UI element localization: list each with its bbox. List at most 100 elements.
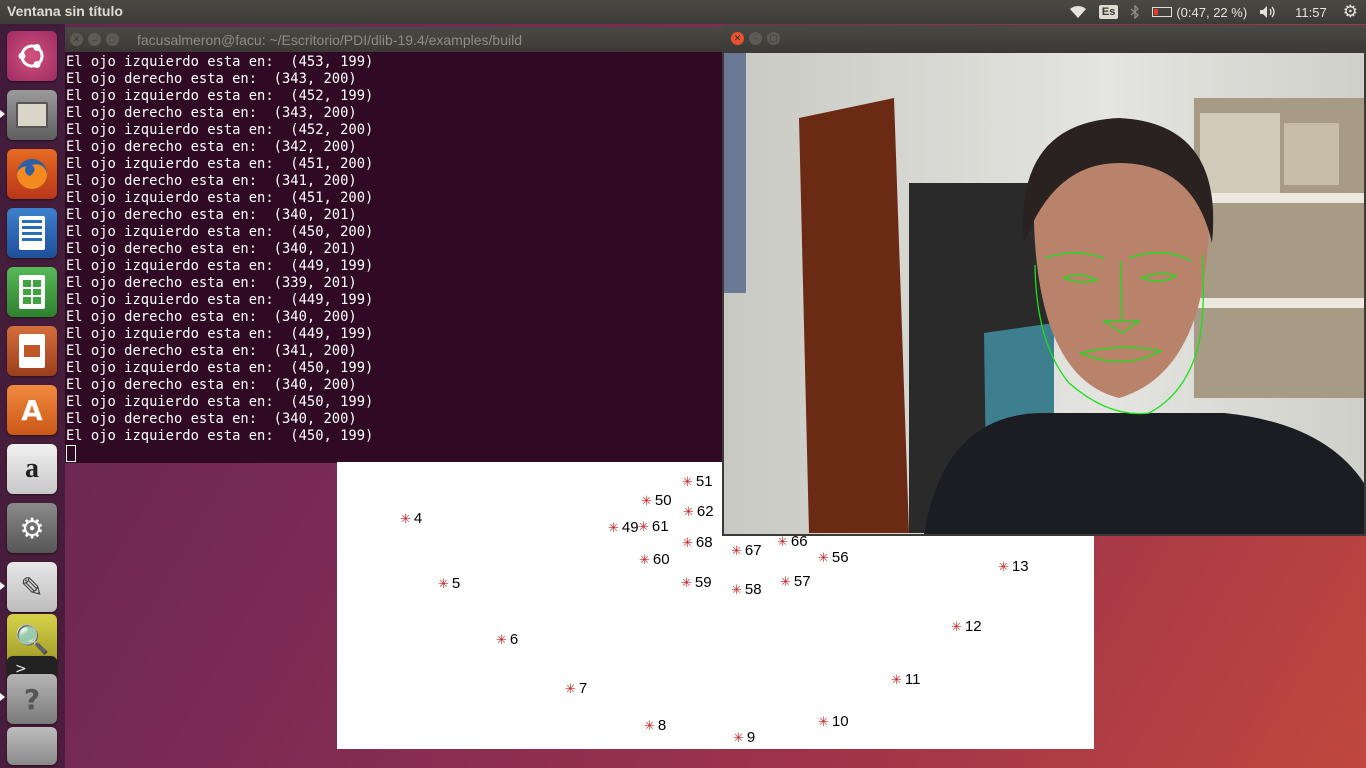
landmark-point: ✳ 51 — [682, 474, 713, 490]
landmark-marker: ✳ — [608, 520, 619, 535]
clock[interactable]: 11:57 — [1283, 0, 1337, 24]
landmark-marker: ✳ — [641, 493, 652, 508]
calc-icon[interactable] — [7, 267, 57, 317]
landmark-marker: ✳ — [780, 574, 791, 589]
landmark-label: 62 — [696, 503, 714, 520]
volume-icon[interactable] — [1253, 0, 1283, 24]
terminal-line: El ojo derecho esta en: (341, 200) — [66, 173, 357, 189]
landmark-label: 9 — [746, 729, 756, 746]
landmark-marker: ✳ — [681, 575, 692, 590]
terminal-line: El ojo izquierdo esta en: (451, 200) — [66, 156, 374, 172]
landmark-marker: ✳ — [731, 582, 742, 597]
landmark-label: 5 — [451, 575, 461, 592]
system-settings-icon[interactable]: ⚙ — [7, 503, 57, 553]
landmark-label: 59 — [694, 574, 712, 591]
battery-text: (0:47, 22 %) — [1176, 4, 1248, 20]
landmark-marker: ✳ — [682, 535, 693, 550]
minimize-icon[interactable]: – — [749, 32, 762, 45]
terminal-line: El ojo derecho esta en: (340, 200) — [66, 411, 357, 427]
landmark-marker: ✳ — [733, 730, 744, 745]
landmark-label: 68 — [695, 534, 713, 551]
landmark-point: ✳ 11 — [891, 672, 920, 688]
landmark-point: ✳ 56 — [818, 550, 849, 566]
webcam-frame — [724, 53, 1364, 534]
landmark-point: ✳ 7 — [565, 681, 587, 697]
terminal-line: El ojo derecho esta en: (340, 200) — [66, 377, 357, 393]
workspace-switcher-icon[interactable] — [7, 727, 57, 765]
landmark-point: ✳ 60 — [639, 552, 670, 568]
landmark-marker: ✳ — [638, 519, 649, 534]
terminal-titlebar[interactable]: ✕ – □ facusalmeron@facu: ~/Escritorio/PD… — [65, 27, 722, 52]
software-center-icon[interactable]: A — [7, 385, 57, 435]
wifi-icon[interactable] — [1063, 0, 1093, 24]
files-icon[interactable] — [7, 90, 57, 140]
keyboard-layout-indicator[interactable]: Es — [1093, 0, 1124, 24]
terminal-line: El ojo derecho esta en: (341, 200) — [66, 343, 357, 359]
maximize-icon[interactable]: □ — [106, 33, 119, 46]
webcam-window[interactable]: ✕ – □ — [722, 25, 1366, 536]
landmark-point: ✳ 10 — [818, 714, 849, 730]
bluetooth-icon[interactable] — [1124, 0, 1146, 24]
landmark-label: 10 — [831, 713, 849, 730]
landmark-label: 12 — [964, 618, 982, 635]
launcher: A a ⚙ ✎ 🔍 >_ ? — [0, 24, 65, 768]
landmark-point: ✳ 8 — [644, 718, 666, 734]
ubuntu-dash-icon[interactable] — [7, 31, 57, 81]
writer-icon[interactable] — [7, 208, 57, 258]
landmark-label: 56 — [831, 549, 849, 566]
terminal-line: El ojo izquierdo esta en: (450, 199) — [66, 360, 374, 376]
landmark-label: 8 — [657, 717, 667, 734]
terminal-line: El ojo derecho esta en: (340, 200) — [66, 309, 357, 325]
landmark-label: 6 — [509, 631, 519, 648]
text-editor-icon[interactable]: ✎ — [7, 562, 57, 612]
top-panel: Ventana sin título Es (0:47, 22 %) 11:57… — [0, 0, 1366, 24]
impress-icon[interactable] — [7, 326, 57, 376]
help-icon[interactable]: ? — [7, 674, 57, 724]
terminal-line: El ojo derecho esta en: (339, 201) — [66, 275, 357, 291]
landmark-label: 11 — [904, 671, 921, 688]
terminal-title: facusalmeron@facu: ~/Escritorio/PDI/dlib… — [137, 31, 522, 48]
landmark-point: ✳ 62 — [683, 504, 714, 520]
landmark-point: ✳ 61 — [638, 519, 669, 535]
landmark-label: 61 — [651, 518, 669, 535]
landmark-marker: ✳ — [639, 552, 650, 567]
minimize-icon[interactable]: – — [88, 33, 101, 46]
landmark-point: ✳ 67 — [731, 543, 762, 559]
landmark-point: ✳ 59 — [681, 575, 712, 591]
landmark-label: 67 — [744, 542, 762, 559]
landmark-point: ✳ 5 — [438, 576, 460, 592]
terminal-line: El ojo izquierdo esta en: (452, 199) — [66, 88, 374, 104]
close-icon[interactable]: ✕ — [70, 33, 83, 46]
terminal-output[interactable]: El ojo izquierdo esta en: (453, 199) El o… — [65, 52, 722, 464]
terminal-line: El ojo izquierdo esta en: (450, 200) — [66, 224, 374, 240]
landmark-point: ✳ 4 — [400, 511, 422, 527]
landmark-marker: ✳ — [891, 672, 902, 687]
landmark-point: ✳ 12 — [951, 619, 982, 635]
amazon-icon[interactable]: a — [7, 444, 57, 494]
terminal-line: El ojo izquierdo esta en: (452, 200) — [66, 122, 374, 138]
landmark-label: 13 — [1011, 558, 1029, 575]
terminal-line: El ojo derecho esta en: (343, 200) — [66, 105, 357, 121]
battery-indicator[interactable]: (0:47, 22 %) — [1146, 0, 1253, 24]
terminal-line: El ojo derecho esta en: (342, 200) — [66, 139, 357, 155]
maximize-icon[interactable]: □ — [767, 32, 780, 45]
webcam-titlebar[interactable]: ✕ – □ — [722, 25, 1366, 52]
webcam-image — [724, 53, 1364, 534]
close-icon[interactable]: ✕ — [731, 32, 744, 45]
landmark-marker: ✳ — [682, 474, 693, 489]
landmark-label: 4 — [413, 510, 423, 527]
landmark-point: ✳ 50 — [641, 493, 672, 509]
poster-image — [724, 53, 746, 293]
landmark-marker: ✳ — [565, 681, 576, 696]
landmark-label: 58 — [744, 581, 762, 598]
terminal-line: El ojo derecho esta en: (340, 201) — [66, 207, 357, 223]
terminal-line: El ojo izquierdo esta en: (449, 199) — [66, 258, 374, 274]
landmark-point: ✳ 58 — [731, 582, 762, 598]
terminal-line: El ojo izquierdo esta en: (450, 199) — [66, 394, 374, 410]
gear-icon[interactable]: ⚙ — [1337, 0, 1366, 24]
firefox-icon[interactable] — [7, 149, 57, 199]
terminal-line: El ojo izquierdo esta en: (449, 199) — [66, 326, 374, 342]
landmark-label: 49 — [621, 519, 639, 536]
landmark-marker: ✳ — [998, 559, 1009, 574]
terminal-window[interactable]: ✕ – □ facusalmeron@facu: ~/Escritorio/PD… — [65, 27, 722, 463]
